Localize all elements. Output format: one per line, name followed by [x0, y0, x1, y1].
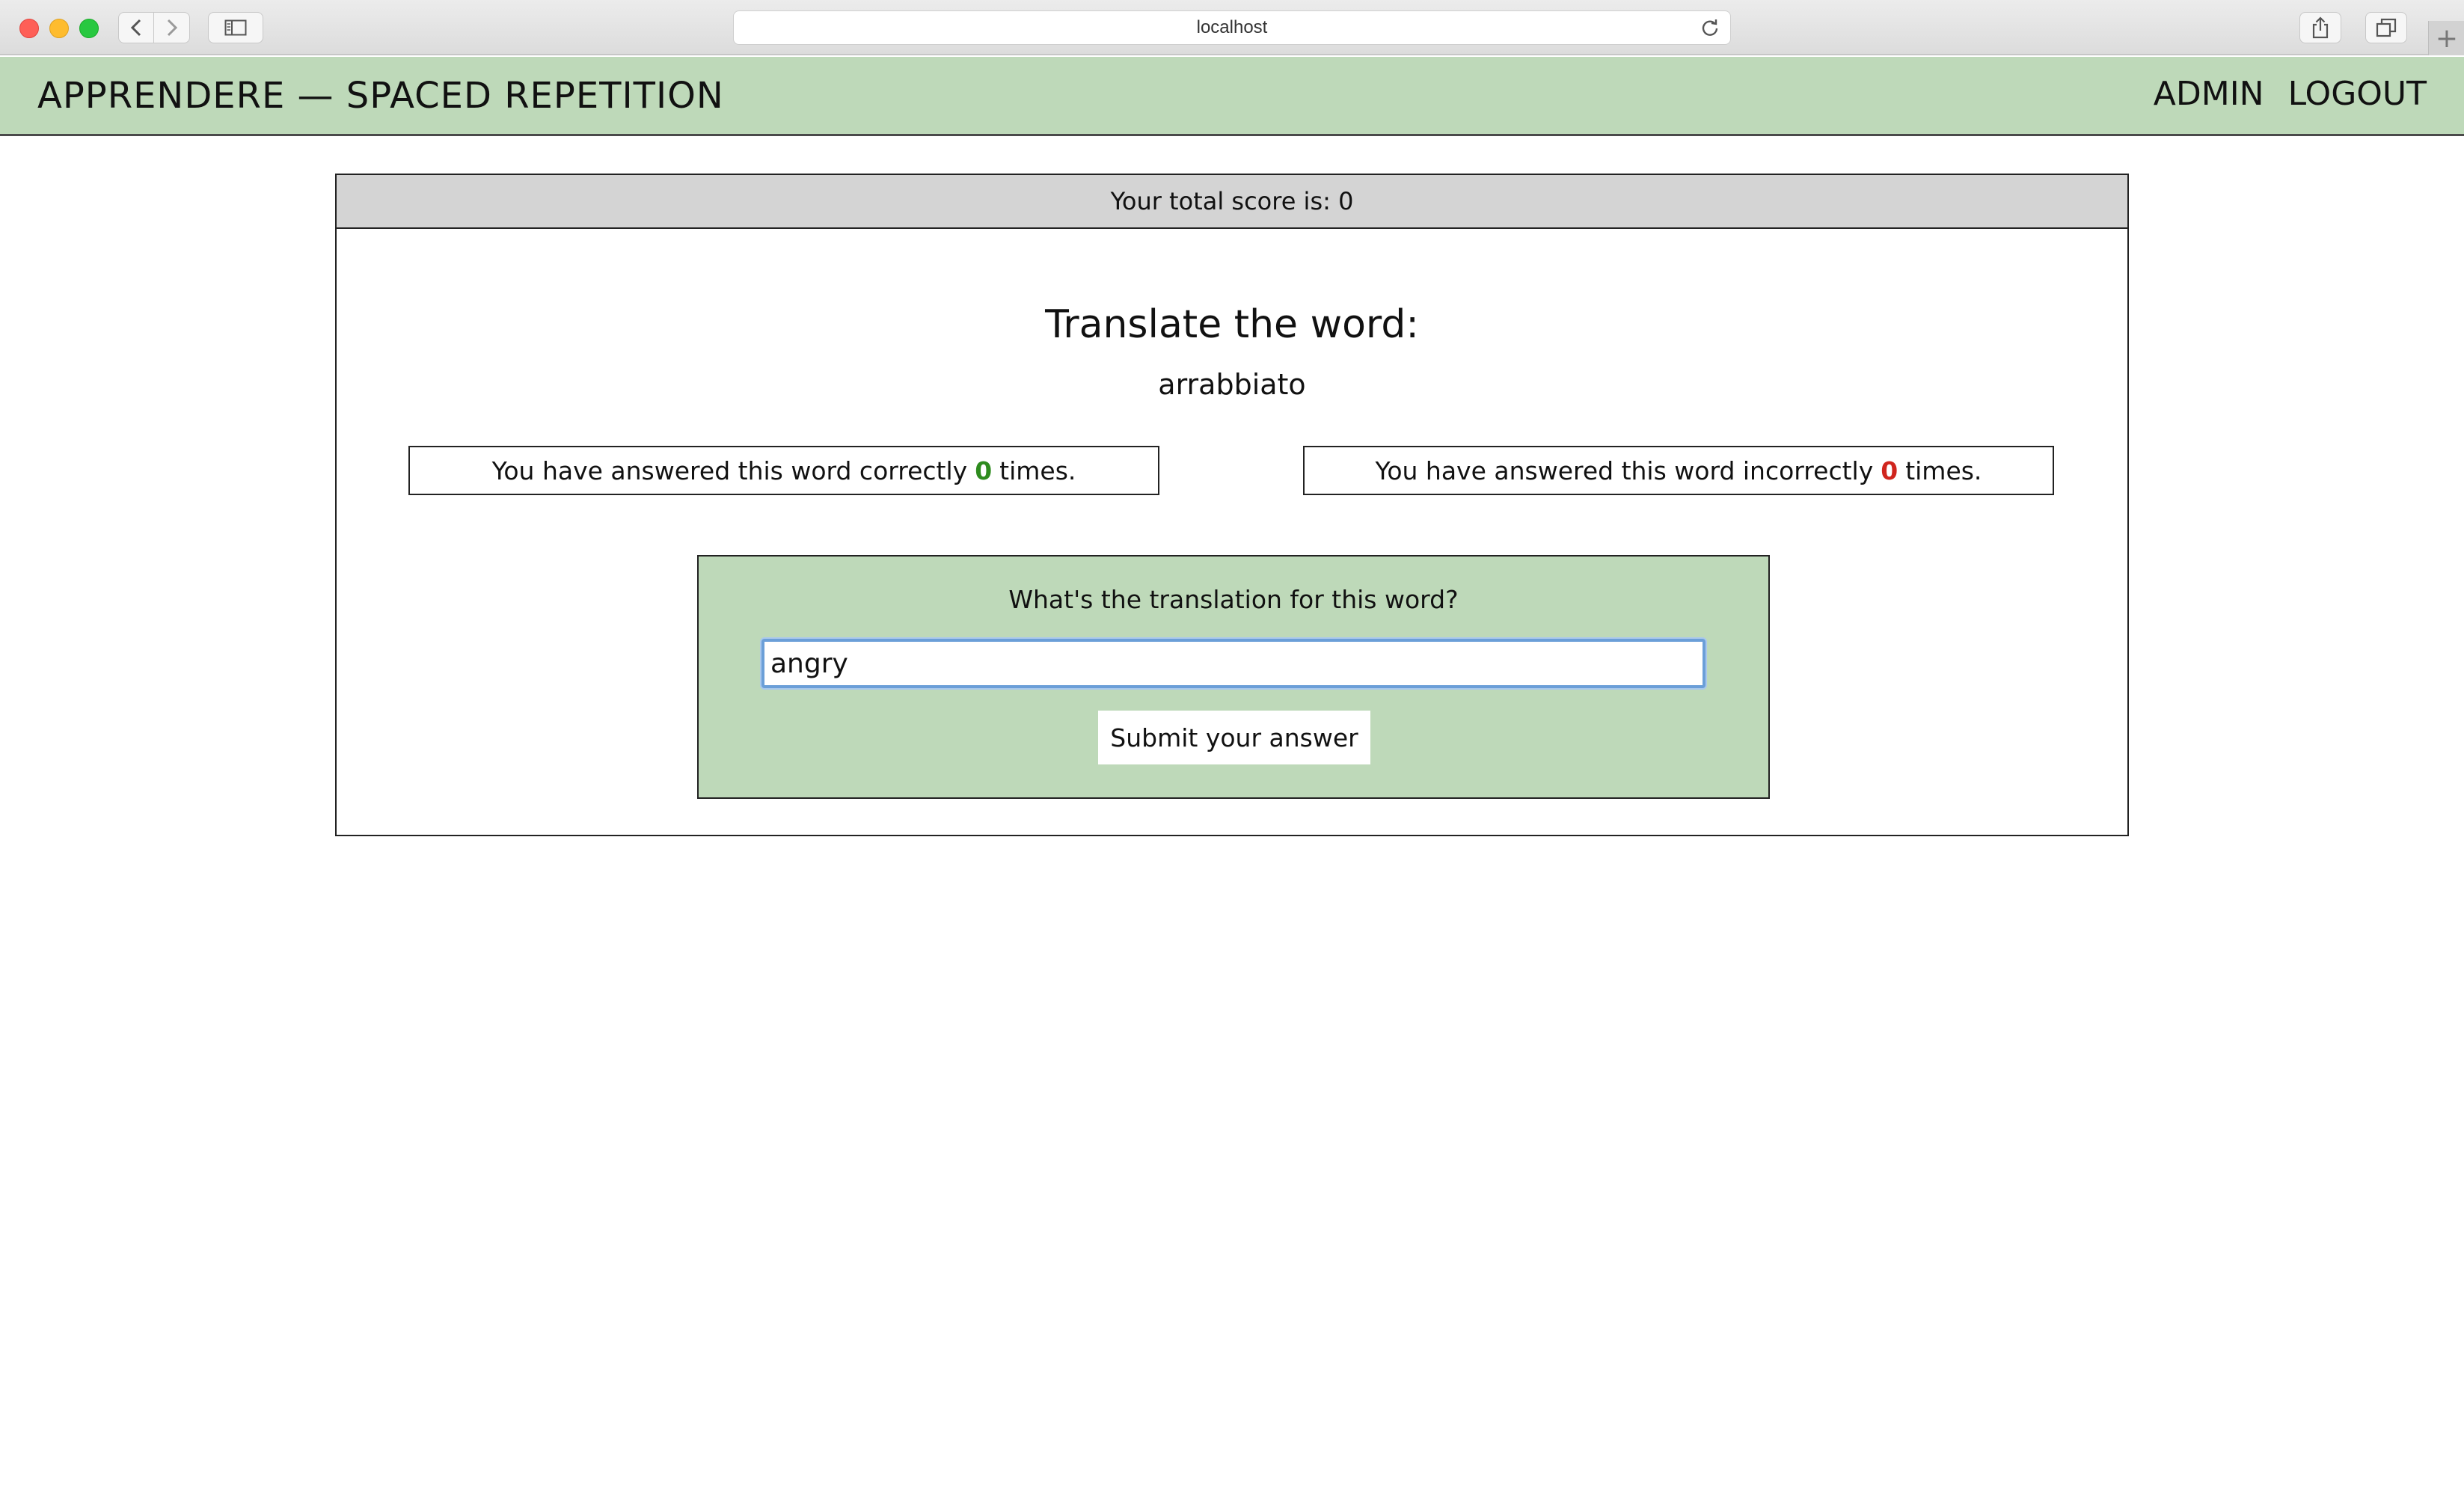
total-score-bar: Your total score is: 0	[337, 175, 2127, 229]
app-title: APPRENDERE — SPACED REPETITION	[37, 75, 724, 117]
incorrect-count-box: You have answered this word incorrectly …	[1303, 446, 2054, 495]
quiz-card: Your total score is: 0 Translate the wor…	[335, 174, 2129, 836]
chevron-left-icon	[130, 19, 141, 37]
sidebar-toggle-button[interactable]	[208, 12, 263, 43]
show-tabs-button[interactable]	[2365, 12, 2407, 43]
url-text: localhost	[1196, 17, 1268, 37]
forward-button[interactable]	[154, 12, 190, 43]
incorrect-suffix: times.	[1905, 456, 1982, 485]
share-icon	[2312, 16, 2329, 39]
zoom-window-button[interactable]	[79, 19, 99, 38]
incorrect-count: 0	[1881, 456, 1898, 485]
close-window-button[interactable]	[19, 19, 39, 38]
share-button[interactable]	[2299, 12, 2341, 43]
answer-label: What's the translation for this word?	[1008, 585, 1459, 614]
address-bar[interactable]: localhost	[733, 10, 1731, 45]
translate-heading: Translate the word:	[1045, 302, 1419, 347]
correct-prefix: You have answered this word correctly	[491, 456, 968, 485]
correct-count-box: You have answered this word correctly 0 …	[408, 446, 1159, 495]
back-button[interactable]	[118, 12, 154, 43]
tabs-icon	[2376, 18, 2397, 37]
sidebar-icon	[224, 19, 247, 36]
new-tab-button[interactable]: +	[2428, 21, 2464, 55]
submit-answer-button[interactable]: Submit your answer	[1098, 711, 1370, 764]
chevron-right-icon	[167, 19, 177, 37]
plus-icon: +	[2435, 22, 2459, 54]
logout-link[interactable]: LOGOUT	[2288, 75, 2427, 113]
total-score-text: Your total score is: 0	[1110, 187, 1354, 215]
nav-links: ADMIN LOGOUT	[2154, 75, 2427, 113]
incorrect-prefix: You have answered this word incorrectly	[1375, 456, 1874, 485]
answer-form: What's the translation for this word? Su…	[697, 555, 1770, 799]
current-word: arrabbiato	[1158, 368, 1306, 401]
minimize-window-button[interactable]	[49, 19, 69, 38]
translation-input[interactable]	[761, 639, 1706, 688]
correct-suffix: times.	[999, 456, 1076, 485]
browser-toolbar: localhost +	[0, 0, 2464, 55]
admin-link[interactable]: ADMIN	[2154, 75, 2264, 113]
correct-count: 0	[975, 456, 993, 485]
app-navbar: APPRENDERE — SPACED REPETITION ADMIN LOG…	[0, 57, 2464, 136]
reload-icon[interactable]	[1700, 18, 1720, 37]
